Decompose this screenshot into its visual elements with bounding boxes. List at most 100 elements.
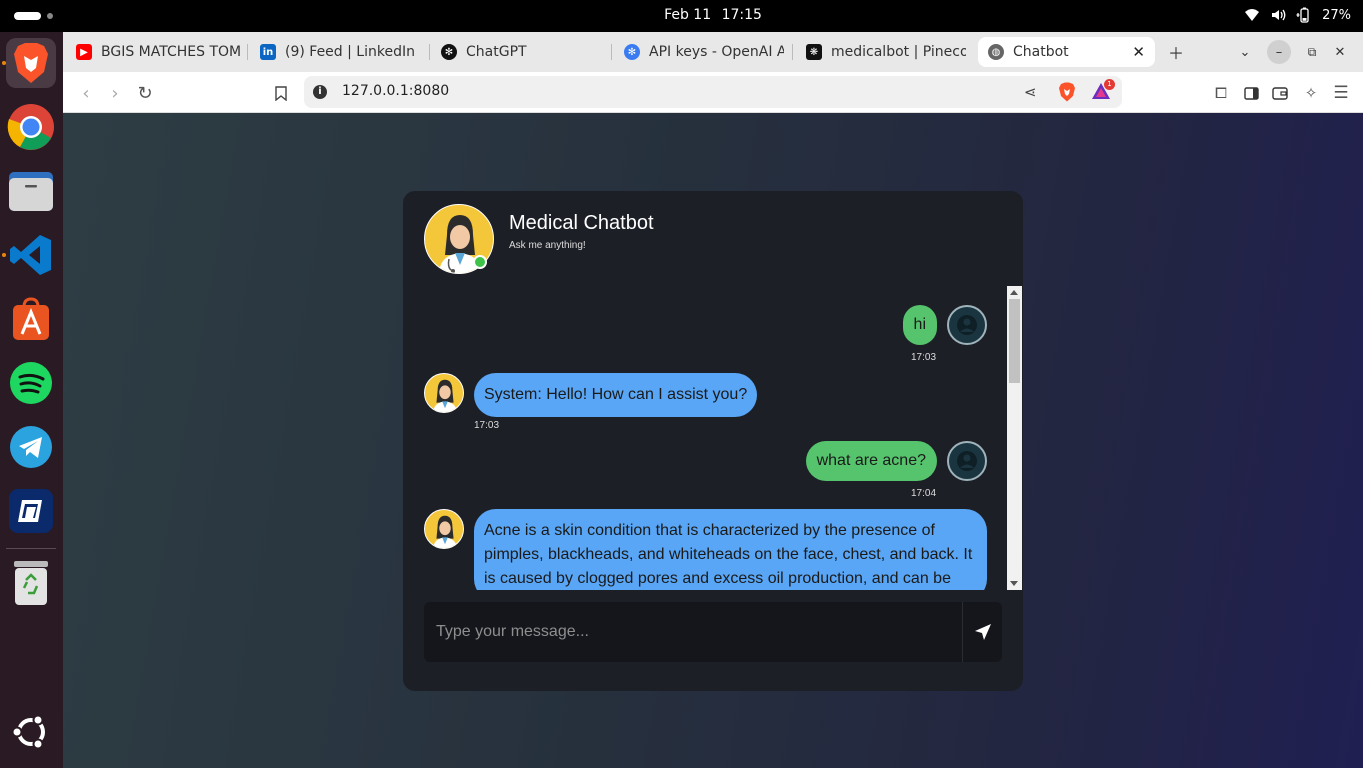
send-button[interactable] (962, 602, 1002, 662)
url-text: 127.0.0.1:8080 (342, 83, 450, 99)
leo-ai-icon[interactable]: ✧ (1300, 82, 1322, 104)
tab-title: ChatGPT (466, 44, 527, 60)
site-info-icon[interactable]: i (313, 85, 327, 99)
tab-linkedin[interactable]: in (9) Feed | LinkedIn (260, 37, 425, 67)
doctor-icon (433, 379, 457, 412)
tab-title: (9) Feed | LinkedIn (285, 44, 415, 60)
files-icon (9, 172, 53, 211)
navigation-bar: ‹ › ↻ i 127.0.0.1:8080 ⋖ 1 ⧠ ✧ ☰ (63, 72, 1363, 113)
wallet-icon (1272, 86, 1288, 100)
system-top-bar: Feb 11 17:15 27% (0, 0, 1363, 32)
menu-icon[interactable]: ☰ (1330, 82, 1352, 104)
running-indicator (2, 253, 6, 257)
tab-close-icon[interactable]: ✕ (1132, 43, 1145, 61)
brave-lion-icon (14, 43, 48, 83)
bot-avatar-small (424, 509, 464, 549)
message-list[interactable]: hi 17:03 System: Hello! How can I assist… (403, 286, 1023, 590)
tab-chatgpt[interactable]: ✻ ChatGPT (441, 37, 606, 67)
dock-google-chrome[interactable] (6, 102, 56, 152)
globe-icon: ◍ (988, 44, 1004, 60)
dock-show-apps[interactable] (6, 707, 56, 757)
minimize-button[interactable]: – (1267, 40, 1291, 64)
openai-icon: ✻ (624, 44, 640, 60)
dock-separator (6, 548, 56, 549)
system-tray[interactable]: 27% (1244, 7, 1351, 23)
message-time: 17:03 (474, 420, 500, 431)
dock-telegram[interactable] (6, 422, 56, 472)
bookmark-button[interactable] (270, 82, 292, 104)
bot-avatar-small (424, 373, 464, 413)
brave-shields-icon[interactable] (1058, 82, 1076, 102)
message-time: 17:04 (911, 488, 937, 499)
share-icon[interactable]: ⋖ (1024, 83, 1037, 101)
address-bar[interactable]: i 127.0.0.1:8080 ⋖ 1 (304, 76, 1122, 108)
dock (0, 32, 63, 768)
user-bubble: hi (902, 305, 937, 345)
youtube-icon: ▶ (76, 44, 92, 60)
reload-button[interactable]: ↻ (134, 82, 156, 104)
chat-header: Medical Chatbot Ask me anything! (403, 191, 1023, 286)
sidebar-icon (1243, 86, 1259, 100)
tab-youtube[interactable]: ▶ BGIS MATCHES TOM (76, 37, 246, 67)
bookmark-icon (275, 85, 287, 101)
user-avatar (947, 305, 987, 345)
chat-subtitle: Ask me anything! (509, 240, 586, 251)
close-window-button[interactable]: ✕ (1328, 40, 1352, 64)
vscode-icon (10, 235, 51, 275)
tab-openai-keys[interactable]: ✻ API keys - OpenAI A (624, 37, 784, 67)
tab-title: BGIS MATCHES TOM (101, 44, 242, 60)
scroll-down-arrow[interactable] (1010, 581, 1018, 586)
dock-spotify[interactable] (6, 358, 56, 408)
linkedin-icon: in (260, 44, 276, 60)
clock-date: Feb 11 (664, 7, 712, 23)
wallet-button[interactable] (1269, 82, 1291, 104)
dock-trash[interactable] (6, 558, 56, 608)
bot-message: System: Hello! How can I assist you? (424, 373, 758, 417)
tab-chatbot[interactable]: ◍ Chatbot ✕ (978, 37, 1155, 67)
dock-remote-desktop[interactable] (6, 486, 56, 536)
message-input[interactable] (424, 602, 962, 662)
tab-strip: ▶ BGIS MATCHES TOM in (9) Feed | LinkedI… (63, 32, 1363, 72)
message-composer (424, 602, 1002, 662)
restore-button[interactable]: ⧉ (1300, 40, 1324, 64)
forward-button[interactable]: › (104, 82, 126, 104)
user-message: hi (902, 305, 987, 345)
extensions-icon[interactable]: ⧠ (1210, 82, 1232, 104)
user-bubble: what are acne? (805, 441, 937, 481)
new-tab-button[interactable]: ＋ (1164, 40, 1188, 64)
remote-desktop-icon (9, 489, 53, 533)
scroll-thumb[interactable] (1009, 299, 1020, 383)
brave-rewards-button[interactable]: 1 (1091, 79, 1115, 102)
user-message: what are acne? (805, 441, 987, 481)
doctor-icon (433, 515, 457, 548)
sidebar-button[interactable] (1240, 82, 1262, 104)
tab-separator (792, 44, 793, 60)
tab-title: medicalbot | Pineco (831, 44, 966, 60)
dock-brave-browser[interactable] (2, 38, 56, 88)
tab-separator (429, 44, 430, 60)
battery-percent: 27% (1322, 7, 1351, 23)
dock-files[interactable] (6, 166, 56, 216)
dock-app-center[interactable] (6, 294, 56, 344)
ubuntu-logo-icon (11, 714, 45, 750)
trash-icon (14, 561, 48, 605)
pinecone-icon: ❋ (806, 44, 822, 60)
app-center-icon (13, 297, 49, 340)
wifi-icon (1245, 9, 1260, 21)
dock-vscode[interactable] (2, 230, 56, 280)
chat-title: Medical Chatbot (509, 212, 654, 234)
tab-list-button[interactable]: ⌄ (1233, 40, 1257, 64)
tab-separator (247, 44, 248, 60)
bot-message: Acne is a skin condition that is charact… (424, 509, 987, 590)
bot-bubble: System: Hello! How can I assist you? (474, 373, 758, 417)
scroll-up-arrow[interactable] (1010, 290, 1018, 295)
message-scrollbar[interactable] (1007, 286, 1022, 590)
back-button[interactable]: ‹ (75, 82, 97, 104)
bot-bubble: Acne is a skin condition that is charact… (474, 509, 987, 590)
tab-pinecone[interactable]: ❋ medicalbot | Pineco (806, 37, 966, 67)
page-viewport: Medical Chatbot Ask me anything! hi 17:0… (63, 113, 1363, 768)
clock[interactable]: Feb 11 17:15 (0, 7, 1363, 23)
user-avatar (947, 441, 987, 481)
volume-icon (1272, 9, 1286, 21)
rewards-badge: 1 (1104, 79, 1115, 90)
